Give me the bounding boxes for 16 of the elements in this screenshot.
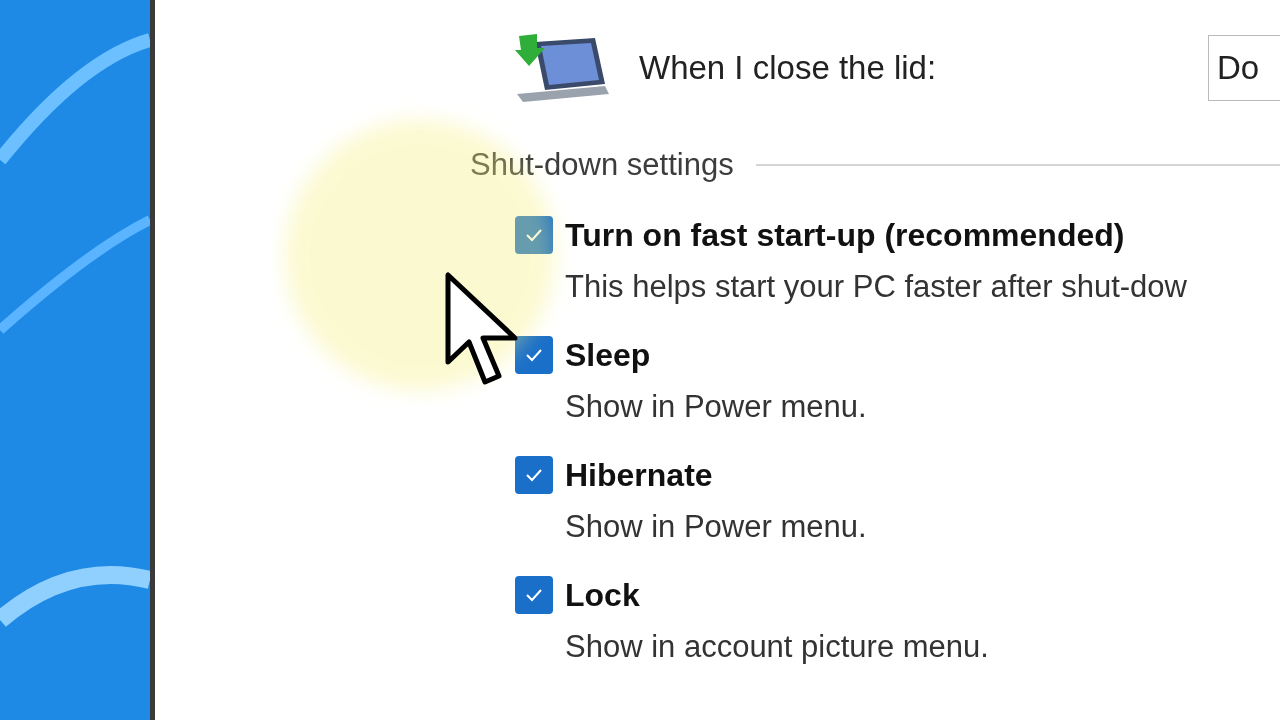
option-description: Show in Power menu. [564,508,868,546]
lid-dropdown[interactable]: Do [1208,34,1280,101]
lid-label: When I close the lid: [639,47,937,88]
checkbox[interactable] [515,576,553,614]
option-description: Show in account picture menu. [564,628,990,666]
option-label: Lock [565,576,640,615]
section-title: Shut-down settings [470,145,734,184]
checkbox[interactable] [515,456,553,494]
option-label: Hibernate [565,456,713,495]
laptop-icon [515,31,611,104]
checkbox[interactable] [515,336,553,374]
option-description: Show in Power menu. [564,388,868,426]
option-description: This helps start your PC faster after shut-dow [564,268,1188,306]
checkbox[interactable] [515,216,553,254]
option-label: Turn on fast start-up (recommended) [565,216,1125,255]
option-label: Sleep [565,336,651,375]
